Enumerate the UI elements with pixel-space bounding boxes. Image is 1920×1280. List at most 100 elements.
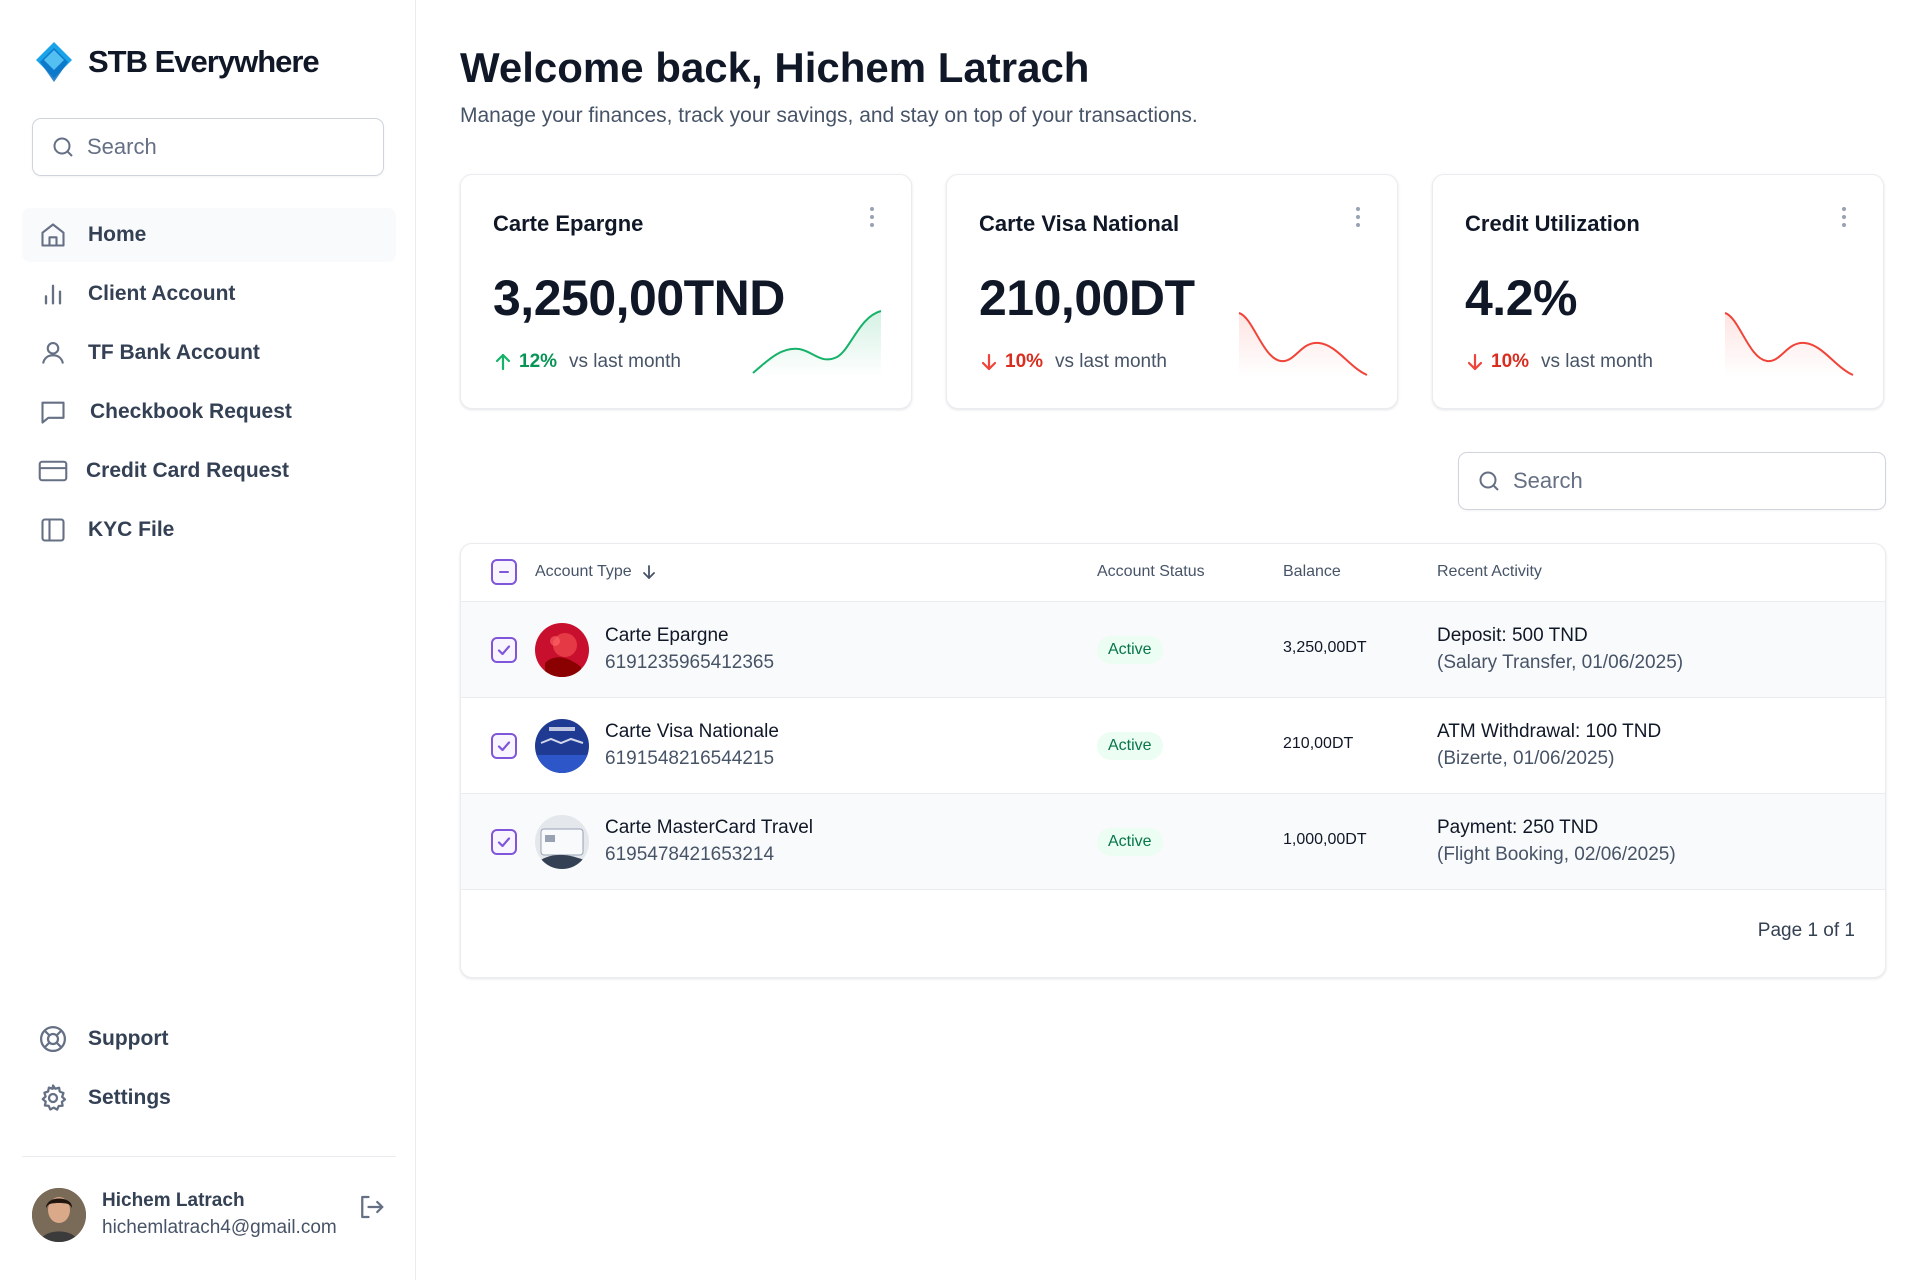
check-icon (497, 741, 511, 752)
account-name: Carte Epargne (605, 625, 729, 646)
card-value: 3,250,00TND (493, 270, 785, 326)
sidebar-item-label: TF Bank Account (88, 341, 260, 364)
column-header-account-status: Account Status (1097, 563, 1205, 580)
sidebar-item-label: Client Account (88, 282, 236, 305)
arrow-down-icon (1467, 353, 1483, 371)
account-name: Carte Visa Nationale (605, 721, 779, 742)
arrow-down-icon (642, 565, 655, 579)
card-title: Carte Visa National (979, 211, 1180, 236)
account-balance: 1,000,00DT (1283, 831, 1367, 848)
sidebar-item-label: Support (88, 1027, 169, 1050)
recent-activity: Payment: 250 TND (1437, 817, 1599, 838)
minus-icon (499, 571, 509, 573)
sidebar-item-checkbook-request[interactable]: Checkbook Request (22, 385, 396, 439)
user-email: hichemlatrach4@gmail.com (102, 1217, 337, 1238)
recent-activity: Deposit: 500 TND (1437, 625, 1588, 646)
sidebar-item-settings[interactable]: Settings (22, 1071, 396, 1125)
user-name: Hichem Latrach (102, 1190, 245, 1211)
row-checkbox[interactable] (491, 733, 517, 759)
row-checkbox[interactable] (491, 637, 517, 663)
message-square-icon (38, 397, 68, 427)
card-title: Carte Epargne (493, 211, 644, 236)
trend-percent: 12% (519, 351, 558, 372)
row-checkbox[interactable] (491, 829, 517, 855)
card-thumbnail (535, 815, 589, 869)
gear-icon (38, 1083, 68, 1113)
more-vertical-icon[interactable] (1839, 207, 1849, 233)
sidebar-nav: Home Client Account TF Bank Account Chec… (22, 208, 396, 562)
user-profile: Hichem Latrach hichemlatrach4@gmail.com (32, 1188, 392, 1244)
status-badge: Active (1097, 636, 1163, 664)
logo-icon (36, 42, 72, 82)
account-name: Carte MasterCard Travel (605, 817, 814, 838)
sidebar-item-label: Credit Card Request (86, 459, 290, 482)
table-row[interactable]: Carte MasterCard Travel 6195478421653214… (461, 794, 1885, 890)
sidebar-item-credit-card-request[interactable]: Credit Card Request (22, 444, 396, 498)
sidebar-item-label: Home (88, 223, 147, 246)
bar-chart-icon (38, 279, 68, 309)
app-logo[interactable]: STB Everywhere (32, 40, 320, 84)
sidebar-search-input[interactable]: Search (32, 118, 384, 176)
pagination-label: Page 1 of 1 (1757, 920, 1855, 941)
sparkline-up (752, 310, 882, 377)
user-icon (38, 338, 68, 368)
home-icon (38, 220, 68, 250)
trend-compare: vs last month (1541, 351, 1653, 372)
table-search-input[interactable]: Search (1458, 452, 1886, 510)
card-trend: 12% vs last month (493, 351, 681, 373)
table-header: Account Type Account Status Balance Rece… (461, 544, 1885, 602)
page-subtitle: Manage your finances, track your savings… (460, 104, 1198, 127)
card-value: 210,00DT (979, 270, 1195, 326)
trend-compare: vs last month (1055, 351, 1167, 372)
select-all-checkbox[interactable] (491, 559, 517, 585)
status-badge: Active (1097, 732, 1163, 760)
recent-activity-detail: (Salary Transfer, 01/06/2025) (1437, 652, 1684, 673)
trend-percent: 10% (1491, 351, 1530, 372)
search-icon (1479, 471, 1499, 491)
account-number: 6191548216544215 (605, 748, 775, 769)
avatar[interactable] (32, 1188, 86, 1242)
layout-icon (38, 515, 68, 545)
sidebar-item-tf-bank-account[interactable]: TF Bank Account (22, 326, 396, 380)
status-badge: Active (1097, 828, 1163, 856)
account-number: 6195478421653214 (605, 844, 775, 865)
column-label: Account Type (535, 563, 632, 580)
check-icon (497, 837, 511, 848)
trend-percent: 10% (1005, 351, 1044, 372)
sidebar-item-support[interactable]: Support (22, 1012, 396, 1066)
arrow-down-icon (981, 353, 997, 371)
recent-activity: ATM Withdrawal: 100 TND (1437, 721, 1662, 742)
card-thumbnail (535, 623, 589, 677)
logout-icon[interactable] (356, 1192, 386, 1222)
check-icon (497, 645, 511, 656)
sidebar-item-kyc-file[interactable]: KYC File (22, 503, 396, 557)
column-header-account-type[interactable]: Account Type (535, 563, 658, 581)
life-buoy-icon (38, 1024, 68, 1054)
card-trend: 10% vs last month (1465, 351, 1653, 373)
card-title: Credit Utilization (1465, 211, 1640, 236)
table-row[interactable]: Carte Epargne 6191235965412365 Active 3,… (461, 602, 1885, 698)
search-icon (53, 137, 73, 157)
sidebar-bottom-nav: Support Settings (22, 1012, 396, 1130)
sidebar-item-home[interactable]: Home (22, 208, 396, 262)
accounts-table: Account Type Account Status Balance Rece… (460, 543, 1886, 978)
table-row[interactable]: Carte Visa Nationale 6191548216544215 Ac… (461, 698, 1885, 794)
search-placeholder: Search (87, 134, 157, 159)
sidebar-divider (22, 1156, 396, 1157)
account-number: 6191235965412365 (605, 652, 775, 673)
card-thumbnail (535, 719, 589, 773)
sidebar-item-label: KYC File (88, 518, 175, 541)
more-vertical-icon[interactable] (1353, 207, 1363, 233)
app-name: STB Everywhere (88, 44, 320, 79)
more-vertical-icon[interactable] (867, 207, 877, 233)
card-trend: 10% vs last month (979, 351, 1167, 373)
sidebar-item-client-account[interactable]: Client Account (22, 267, 396, 321)
page-title: Welcome back, Hichem Latrach (460, 44, 1090, 91)
column-header-recent-activity: Recent Activity (1437, 563, 1542, 580)
recent-activity-detail: (Bizerte, 01/06/2025) (1437, 748, 1615, 769)
sidebar: STB Everywhere Search Home Client Accoun… (0, 0, 416, 1280)
card-value: 4.2% (1465, 270, 1577, 326)
account-balance: 3,250,00DT (1283, 639, 1367, 656)
sidebar-item-label: Settings (88, 1086, 171, 1109)
stat-card-credit-utilization: Credit Utilization 4.2% 10% vs last mont… (1432, 174, 1884, 409)
